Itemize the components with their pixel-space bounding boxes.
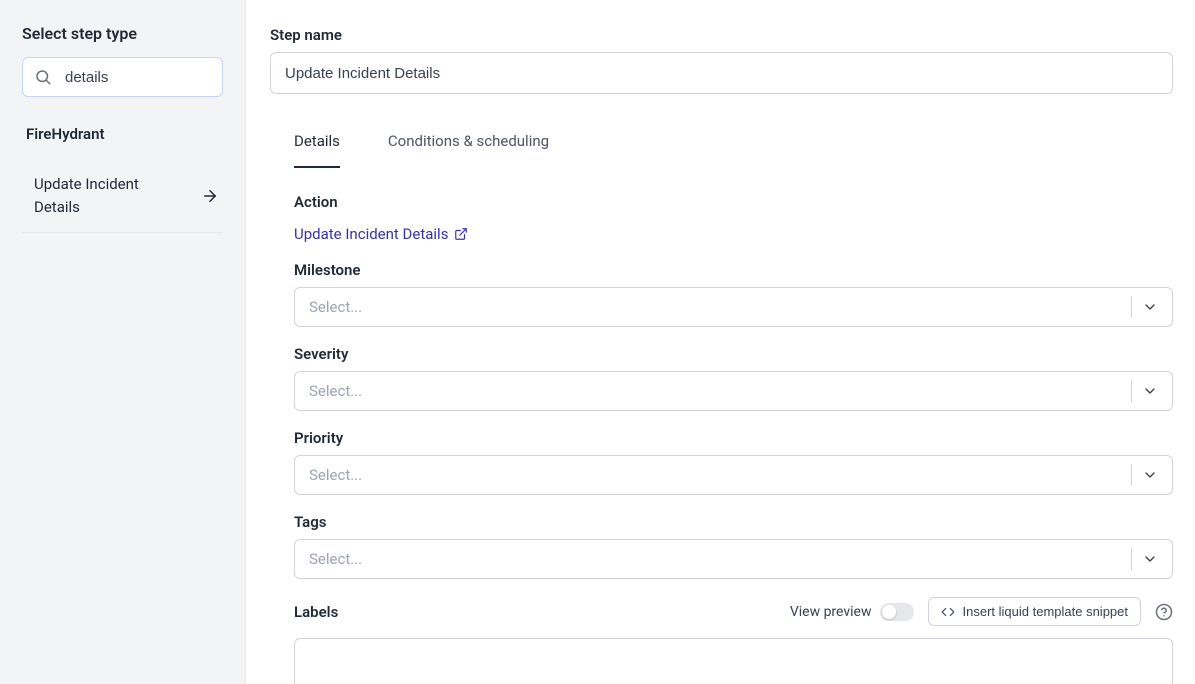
external-link-icon xyxy=(454,227,468,241)
chevron-down-icon xyxy=(1142,467,1158,483)
view-preview-label: View preview xyxy=(790,604,872,620)
search-wrapper xyxy=(22,57,223,97)
sidebar-item-label: Update Incident Details xyxy=(34,173,184,218)
milestone-label: Milestone xyxy=(294,261,1173,279)
chevron-down-icon xyxy=(1142,299,1158,315)
toggle-knob xyxy=(882,605,896,619)
select-divider xyxy=(1131,464,1132,486)
priority-select[interactable]: Select... xyxy=(294,455,1173,495)
tags-label: Tags xyxy=(294,513,1173,531)
tabs: Details Conditions & scheduling xyxy=(270,118,1173,169)
severity-row: Severity Select... xyxy=(294,345,1173,411)
insert-liquid-snippet-button[interactable]: Insert liquid template snippet xyxy=(928,597,1141,626)
help-icon[interactable] xyxy=(1155,603,1173,621)
provider-label: FireHydrant xyxy=(22,125,223,143)
main-panel: Step name Details Conditions & schedulin… xyxy=(246,0,1195,684)
priority-row: Priority Select... xyxy=(294,429,1173,495)
severity-label: Severity xyxy=(294,345,1173,363)
severity-placeholder: Select... xyxy=(309,382,1131,400)
milestone-placeholder: Select... xyxy=(309,298,1131,316)
tags-placeholder: Select... xyxy=(309,550,1131,568)
action-block: Action Update Incident Details xyxy=(294,193,1173,243)
milestone-row: Milestone Select... xyxy=(294,261,1173,327)
select-divider xyxy=(1131,296,1132,318)
search-icon xyxy=(34,68,52,86)
snippet-button-label: Insert liquid template snippet xyxy=(963,604,1128,619)
arrow-right-icon xyxy=(201,187,219,205)
view-preview-group: View preview xyxy=(790,603,914,621)
labels-header: Labels View preview Insert liquid templa… xyxy=(294,597,1173,626)
tags-select[interactable]: Select... xyxy=(294,539,1173,579)
sidebar: Select step type FireHydrant Update Inci… xyxy=(0,0,246,684)
priority-placeholder: Select... xyxy=(309,466,1131,484)
details-body: Action Update Incident Details Milestone… xyxy=(270,169,1173,684)
chevron-down-icon xyxy=(1142,383,1158,399)
milestone-select[interactable]: Select... xyxy=(294,287,1173,327)
labels-label: Labels xyxy=(294,603,338,621)
search-input[interactable] xyxy=(22,57,223,97)
select-divider xyxy=(1131,548,1132,570)
code-icon xyxy=(941,605,955,619)
labels-row: Labels View preview Insert liquid templa… xyxy=(294,597,1173,684)
priority-label: Priority xyxy=(294,429,1173,447)
chevron-down-icon xyxy=(1142,551,1158,567)
step-name-label: Step name xyxy=(270,26,1173,44)
severity-select[interactable]: Select... xyxy=(294,371,1173,411)
labels-textarea[interactable] xyxy=(294,638,1173,684)
action-label: Action xyxy=(294,193,1173,211)
sidebar-title: Select step type xyxy=(22,24,223,43)
step-name-input[interactable] xyxy=(270,52,1173,94)
tab-details[interactable]: Details xyxy=(294,118,340,168)
action-link-text: Update Incident Details xyxy=(294,225,448,243)
labels-controls: View preview Insert liquid template snip… xyxy=(790,597,1173,626)
sidebar-item-update-incident-details[interactable]: Update Incident Details xyxy=(22,161,223,233)
tab-conditions-scheduling[interactable]: Conditions & scheduling xyxy=(388,118,549,168)
view-preview-toggle[interactable] xyxy=(880,603,914,621)
action-link[interactable]: Update Incident Details xyxy=(294,225,468,243)
select-divider xyxy=(1131,380,1132,402)
tags-row: Tags Select... xyxy=(294,513,1173,579)
